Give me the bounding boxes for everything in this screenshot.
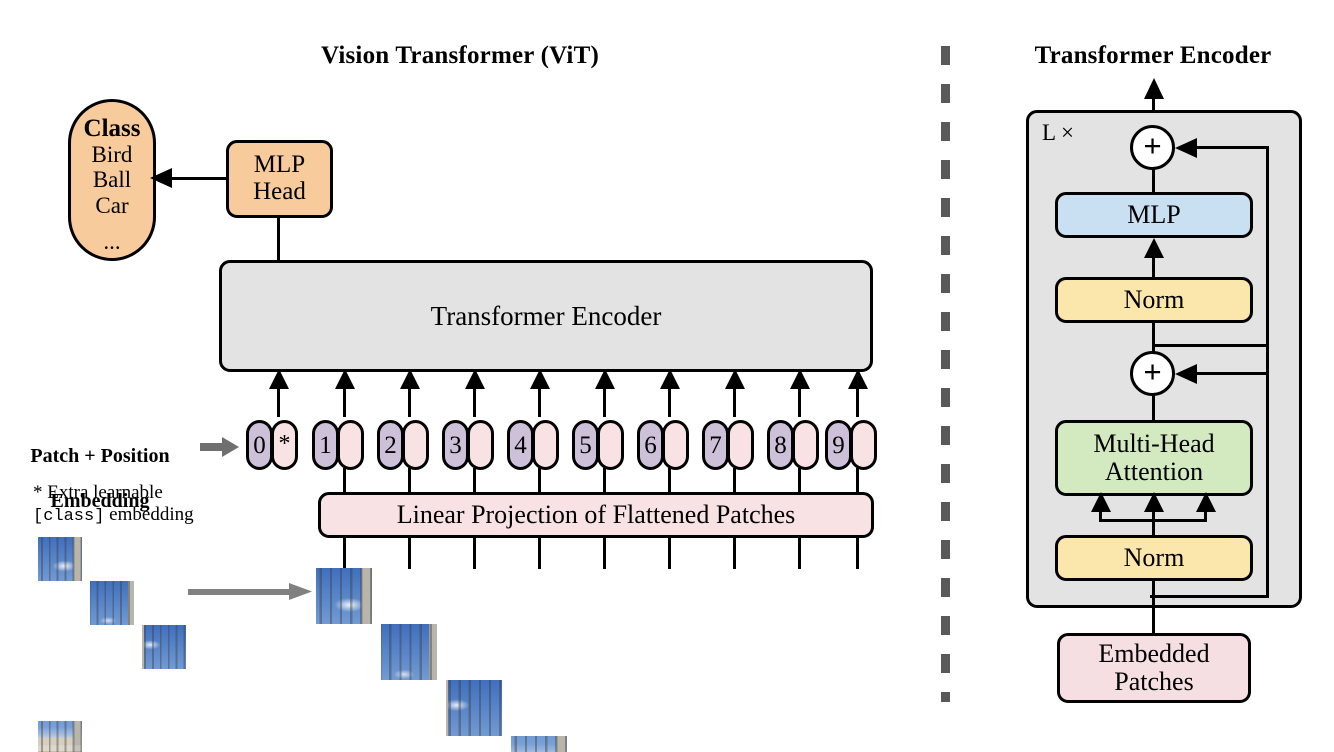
norm-to-mlp-arrowhead [1144,238,1164,258]
footnote-class-token: [class] [33,507,105,527]
token-arrow-head-1 [335,369,355,389]
linear-projection-box: Linear Projection of Flattened Patches [318,492,874,538]
embedded-to-norm-line [1152,578,1155,636]
residual-bottom-line [1196,372,1268,375]
left-panel-title: Vision Transformer (ViT) [321,42,599,69]
source-patch-r1c1 [38,537,82,581]
token-arrow-head-8 [790,369,810,389]
multi-head-attention-block: Multi-Head Attention [1055,420,1253,496]
mlp-residual-branch [1152,344,1268,347]
token-arrow-head-5 [595,369,615,389]
add-node-bottom: + [1130,351,1175,396]
source-image-grid [38,537,186,752]
class-item-ball: Ball [92,167,132,193]
mlp-to-add-line [1152,168,1155,194]
qkv-arrowhead-v [1196,492,1216,512]
add-to-norm-upper-line [1152,323,1155,353]
footnote-line-2: [class] embedding [33,504,243,527]
patch-to-proj-line-6 [668,536,671,569]
token-arrow-head-9 [848,369,868,389]
mlp-head-box: MLP Head [226,140,333,218]
vit-figure: Vision Transformer (ViT) Transformer Enc… [0,0,1334,752]
qkv-arrowhead-q [1091,492,1111,512]
token-arrow-head-7 [725,369,745,389]
right-panel-title: Transformer Encoder [1034,42,1272,69]
patch-embedding-7 [727,420,754,470]
patch-embedding-6 [662,420,689,470]
footnote-line2-suffix: embedding [104,504,194,526]
patch-to-proj-line-9 [856,536,859,569]
token-arrow-head-6 [660,369,680,389]
position-embedding-9: 9 [825,420,852,470]
patch-to-proj-line-1 [343,536,346,569]
patch-to-proj-line-8 [798,536,801,569]
mlp-head-to-encoder-line [277,216,280,262]
embedding-label-line1: Patch + Position [30,445,170,468]
residual-top-line [1196,146,1268,149]
patch-to-proj-line-5 [603,536,606,569]
patch-embedding-8 [792,420,819,470]
position-embedding-2: 2 [377,420,404,470]
position-embedding-0: 0 [246,420,273,470]
patch-to-proj-line-3 [473,536,476,569]
flattened-patch-3 [446,680,502,736]
position-embedding-7: 7 [702,420,729,470]
residual-bottom-arrowhead [1175,364,1197,384]
position-embedding-1: 1 [312,420,339,470]
patch-embedding-0: * [271,420,298,470]
position-embedding-6: 6 [637,420,664,470]
norm-block-upper: Norm [1055,277,1253,323]
residual-top-drop [1266,146,1269,346]
position-embedding-4: 4 [507,420,534,470]
panel-divider [941,46,950,702]
patch-embedding-1 [337,420,364,470]
embedded-patches-block: Embedded Patches [1057,633,1251,703]
qkv-arrowhead-k [1144,492,1164,512]
patch-embedding-3 [467,420,494,470]
norm-block-lower: Norm [1055,535,1253,581]
class-output-box: Class Bird Ball Car ... [68,99,156,261]
class-header: Class [83,115,141,142]
position-embedding-8: 8 [767,420,794,470]
patch-embedding-4 [532,420,559,470]
patch-embedding-2 [402,420,429,470]
token-arrow-head-2 [400,369,420,389]
token-arrow-head-3 [465,369,485,389]
mlp-head-to-class-line [170,177,228,180]
transformer-encoder-box: Transformer Encoder [219,260,873,372]
patch-to-proj-line-4 [538,536,541,569]
flattened-patch-2 [381,624,437,680]
class-token-footnote: * Extra learnable [class] embedding [33,482,243,527]
patch-to-proj-line-2 [408,536,411,569]
residual-rail-bottom [1150,595,1269,598]
footnote-line-1: * Extra learnable [33,482,163,503]
flattened-patch-1 [316,568,372,624]
class-ellipsis: ... [103,228,121,254]
source-patch-r1c3 [142,625,186,669]
attention-to-add-line [1152,394,1155,422]
class-item-car: Car [95,192,129,218]
add-node-top: + [1130,125,1175,170]
source-patch-r2c1 [38,721,82,752]
position-embedding-5: 5 [572,420,599,470]
flattened-patch-4 [511,736,567,752]
mlp-block: MLP [1055,192,1253,238]
patch-embedding-9 [850,420,877,470]
mlp-head-to-class-arrowhead [150,168,172,188]
class-item-bird: Bird [91,142,133,167]
token-arrow-head-4 [530,369,550,389]
token-arrow-head-0 [269,369,289,389]
encoder-output-arrowhead [1144,78,1164,99]
patch-embedding-5 [597,420,624,470]
position-embedding-3: 3 [442,420,469,470]
repeat-count-label: L × [1042,120,1074,145]
residual-top-arrowhead [1175,138,1197,158]
patch-to-proj-line-7 [733,536,736,569]
source-patch-r1c2 [90,581,134,625]
